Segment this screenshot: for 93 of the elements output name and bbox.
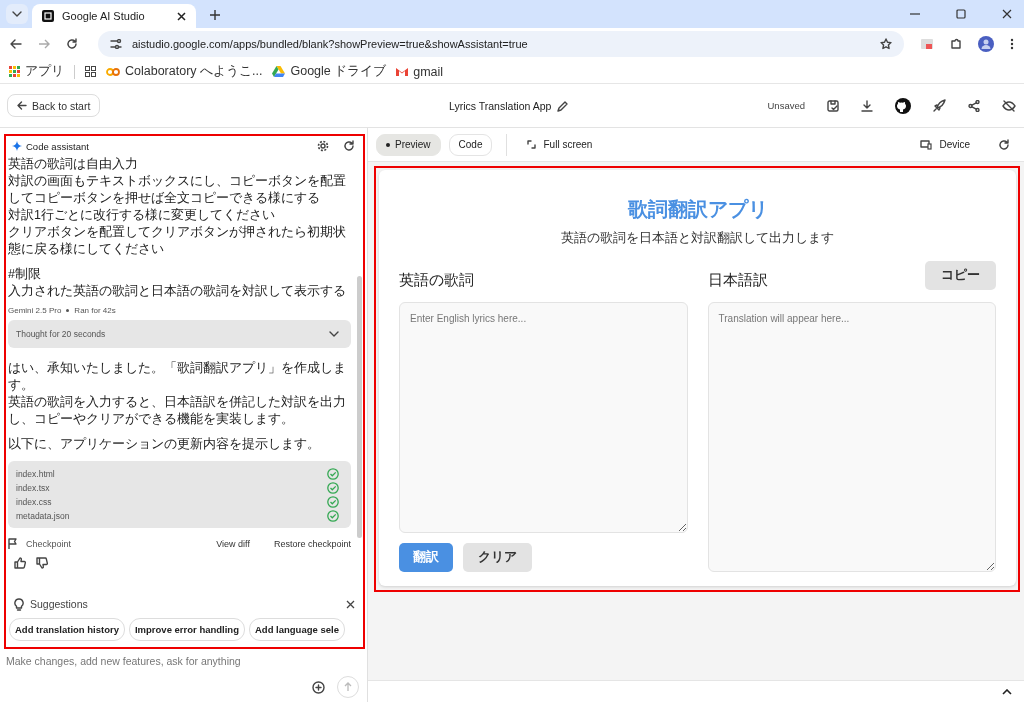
reload-icon[interactable] — [998, 138, 1010, 151]
lyrics-input[interactable]: Enter English lyrics here... — [399, 302, 688, 533]
close-icon[interactable] — [1002, 9, 1012, 19]
back-button[interactable]: Back to start — [7, 94, 101, 117]
chevron-down-icon — [329, 331, 339, 337]
mail-logo-icon — [396, 67, 409, 76]
grid-icon[interactable] — [85, 66, 96, 77]
message-text: 英語の歌詞を入力すると、日本語訳を併記した対訳を出力し、コピーやクリアができる機能を実装します。 — [8, 394, 347, 428]
close-icon[interactable] — [346, 599, 355, 609]
file-name: index.tsx — [16, 483, 50, 493]
bookmark[interactable]: gmail — [396, 64, 444, 79]
more-icon[interactable] — [1010, 38, 1014, 50]
github-icon[interactable] — [895, 97, 911, 114]
tab-title: Google AI Studio — [62, 10, 146, 22]
settings-icon[interactable] — [317, 140, 329, 152]
bookmark[interactable]: Colaboratory へようこ... — [106, 63, 263, 80]
maximize-icon[interactable] — [956, 9, 966, 19]
bookmark[interactable]: アプリ — [9, 63, 64, 80]
run-time: Ran for 42s — [74, 306, 116, 315]
avatar-icon[interactable] — [978, 36, 994, 52]
url-text: aistudio.google.com/apps/bundled/blank?showPreview=true&showAssistant=true — [132, 38, 529, 50]
save-status: Unsaved — [767, 100, 805, 111]
sparkle-icon — [12, 141, 22, 151]
model-name: Gemini 2.5 Pro — [8, 306, 62, 315]
back-arrow-icon — [17, 101, 27, 110]
thought-label: Thought for 20 seconds — [16, 329, 106, 339]
thumbs-down-icon[interactable] — [36, 557, 48, 569]
save-icon[interactable] — [827, 99, 839, 112]
panel-title: Code assistant — [26, 140, 89, 152]
file-name: metadata.json — [16, 511, 70, 521]
translation-output[interactable]: Translation will appear here... — [707, 302, 996, 572]
puzzle-icon[interactable] — [950, 38, 962, 50]
section-heading: 日本語訳 — [707, 271, 768, 290]
message-text: 対訳の画面もテキストボックスにし、コピーボタンを配置してコピーボタンを押せば全文コピーできる様にする — [8, 173, 347, 207]
full-screen-button[interactable]: Full screen — [521, 138, 599, 151]
app-heading: 歌詞翻訳アプリ — [626, 197, 769, 222]
address-field[interactable]: aistudio.google.com/apps/bundled/blank?showPreview=true&showAssistant=true — [98, 31, 904, 57]
thumbs-up-icon[interactable] — [14, 557, 26, 569]
message-text: #制限 — [8, 266, 42, 283]
suggestion-chip[interactable]: Add language sele — [249, 618, 345, 641]
message-text: 対訳1行ごとに改行する様に変更してください — [8, 207, 276, 224]
star-icon[interactable] — [880, 38, 892, 50]
suggestion-chip[interactable]: Improve error handling — [129, 618, 245, 641]
download-icon[interactable] — [861, 99, 873, 112]
browser-tab[interactable]: Google AI Studio — [32, 4, 196, 28]
reload-icon[interactable] — [66, 38, 78, 50]
hide-view-icon[interactable] — [1002, 99, 1016, 112]
back-arrow-icon[interactable] — [10, 39, 22, 49]
message-text: 以下に、アプリケーションの更新内容を提示します。 — [8, 436, 321, 453]
reload-icon[interactable] — [343, 140, 355, 152]
view-tab[interactable]: Preview — [376, 133, 441, 156]
thought-panel[interactable]: Thought for 20 seconds — [8, 320, 351, 348]
devices-icon — [920, 139, 933, 150]
add-icon[interactable] — [312, 680, 325, 694]
scrollbar[interactable] — [357, 276, 362, 538]
colab-logo-icon — [106, 67, 120, 76]
forward-arrow-icon — [38, 39, 50, 49]
lightbulb-icon — [14, 597, 24, 611]
extension-tile-icon[interactable] — [920, 38, 934, 50]
new-tab-icon[interactable] — [210, 10, 220, 20]
device-button[interactable]: Device — [914, 138, 976, 151]
message-text: 入力された英語の歌詞と日本語の歌詞を対訳して表示する — [8, 283, 347, 300]
app-title: Lyrics Translation App — [449, 100, 552, 112]
view-diff-button[interactable]: View diff — [216, 538, 250, 549]
rocket-icon[interactable] — [933, 99, 946, 112]
view-tab[interactable]: Code — [448, 133, 493, 156]
clear-button[interactable]: クリア — [463, 543, 532, 572]
close-icon[interactable] — [177, 11, 186, 21]
file-name: index.css — [16, 497, 52, 507]
restore-button[interactable]: Restore checkpoint — [273, 538, 351, 549]
bookmark[interactable]: Google ドライブ — [272, 63, 387, 80]
drive-logo-icon — [272, 66, 286, 77]
expand-icon — [527, 140, 537, 149]
section-heading: 英語の歌詞 — [399, 271, 474, 290]
suggestion-chip[interactable]: Add translation history — [9, 618, 125, 641]
site-settings-icon[interactable] — [110, 39, 122, 49]
separator-dot — [66, 309, 70, 312]
message-text: 英語の歌詞は自由入力 — [8, 156, 139, 173]
chevron-down-icon — [12, 11, 22, 17]
app-subtitle: 英語の歌詞を日本語と対訳翻訳して出力します — [560, 230, 835, 247]
message-text: クリアボタンを配置してクリアボタンが押されたら初期状態に戻る様にしてください — [8, 224, 347, 258]
checkpoint-label: Checkpoint — [26, 538, 72, 549]
app-logo-icon — [42, 10, 54, 22]
copy-button[interactable]: コピー — [925, 261, 996, 290]
up-arrow-icon — [344, 682, 352, 692]
file-name: index.html — [16, 469, 55, 479]
pencil-icon[interactable] — [557, 100, 569, 112]
message-text: はい、承知いたしました。「歌詞翻訳アプリ」を作成します。 — [8, 360, 347, 394]
suggestions-label: Suggestions — [30, 598, 88, 610]
share-icon[interactable] — [968, 99, 980, 112]
chevron-up-icon[interactable] — [1002, 688, 1012, 695]
flag-icon — [8, 538, 18, 549]
apps-grid-icon — [9, 66, 20, 77]
